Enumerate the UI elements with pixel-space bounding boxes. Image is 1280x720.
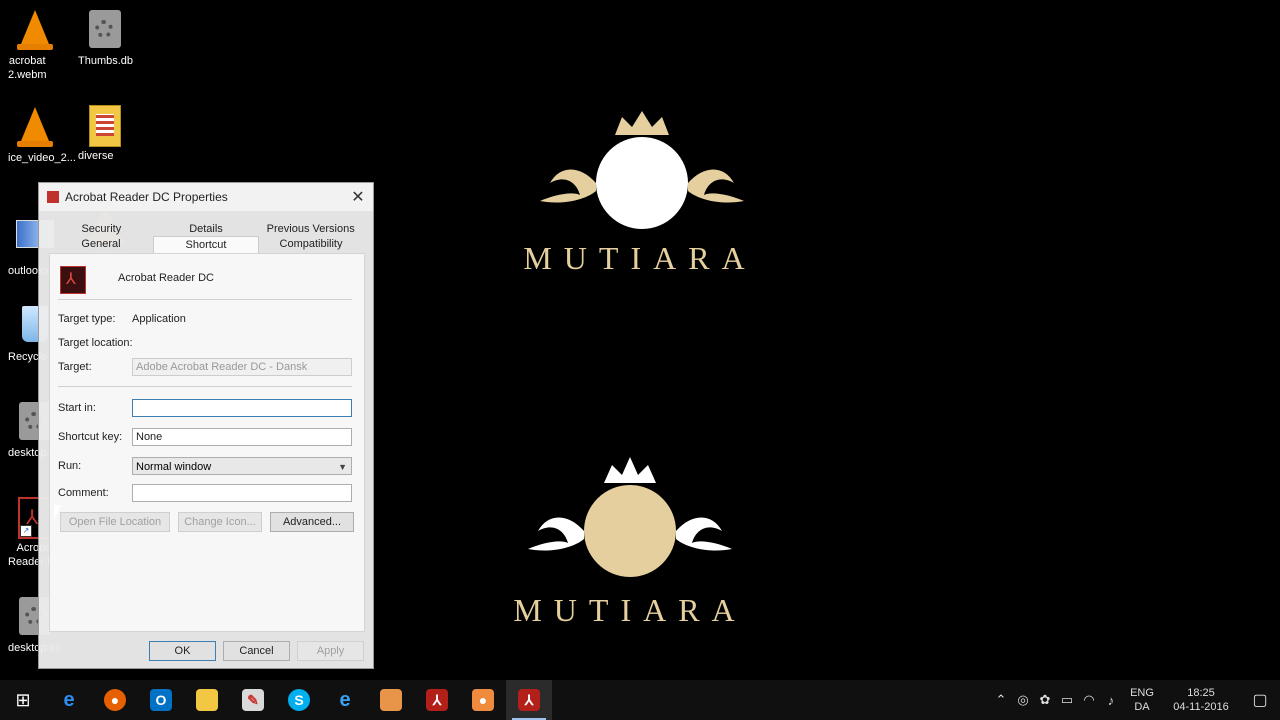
icecream-icon: ● (472, 689, 494, 711)
desktop-icon-diverse[interactable]: diverse (70, 103, 140, 162)
run-select[interactable]: Normal window ▼ (132, 457, 352, 475)
gear-file-icon (85, 10, 125, 54)
taskbar-ie[interactable]: e (322, 680, 368, 720)
dialog-title: Acrobat Reader DC Properties (65, 190, 228, 204)
start-icon: ⊞ (15, 689, 31, 710)
acrobat-app-icon (60, 266, 86, 294)
ok-button[interactable]: OK (149, 641, 216, 661)
acrobat-active-icon: ⅄ (518, 689, 540, 711)
apply-button[interactable]: Apply (297, 641, 364, 661)
taskbar-acrobat-active[interactable]: ⅄ (506, 680, 552, 720)
capture-icon[interactable]: ◎ (1012, 692, 1034, 708)
skype-icon: S (288, 689, 310, 711)
change-icon-button[interactable]: Change Icon... (178, 512, 262, 532)
firefox-icon: ● (104, 689, 126, 711)
shortcut-key-label: Shortcut key: (58, 431, 123, 443)
open-file-location-button[interactable]: Open File Location (60, 512, 170, 532)
taskbar-paint[interactable]: ✎ (230, 680, 276, 720)
taskbar-image-viewer[interactable] (368, 680, 414, 720)
ornament-icon (540, 111, 744, 229)
target-type-value: Application (132, 313, 186, 325)
desktop-icon-ice-video[interactable]: ice_video_2... (0, 103, 76, 164)
clock-date: 04-11-2016 (1173, 701, 1229, 713)
chevron-up-icon[interactable]: ⌃ (990, 692, 1012, 708)
brand-name-bottom: MUTIARA (513, 592, 747, 628)
vlc-icon (15, 10, 55, 54)
target-field[interactable] (132, 358, 352, 376)
clock-time: 18:25 (1187, 687, 1215, 699)
system-tray: ⌃ ◎ ✿ ▭ ◠ ♪ ENG DA 18:25 04-11-2016 ▢ (990, 680, 1280, 720)
vlc-icon (15, 107, 55, 151)
tabs-front-row: General Shortcut Compatibility (49, 236, 363, 253)
tab-security[interactable]: Security (49, 221, 154, 237)
taskbar-file-explorer[interactable] (184, 680, 230, 720)
run-select-value: Normal window (136, 461, 212, 473)
image-viewer-icon (380, 689, 402, 711)
taskbar-firefox[interactable]: ● (92, 680, 138, 720)
tab-compatibility[interactable]: Compatibility (259, 236, 363, 253)
paint-icon: ✎ (242, 689, 264, 711)
separator (58, 299, 352, 300)
desktop-icon-label: Thumbs.db (78, 55, 134, 67)
mouse-cursor (54, 505, 61, 521)
security-icon[interactable]: ✿ (1034, 692, 1056, 708)
taskbar-acrobat[interactable]: ⅄ (414, 680, 460, 720)
language-indicator[interactable]: ENG DA (1122, 686, 1162, 714)
folder-icon (85, 105, 125, 149)
brand-name-top: MUTIARA (523, 240, 757, 276)
taskbar-edge[interactable]: e (46, 680, 92, 720)
lang-top: ENG (1130, 687, 1154, 699)
start-in-field[interactable] (132, 399, 352, 417)
shortcut-key-field[interactable] (132, 428, 352, 446)
start-in-label: Start in: (58, 402, 96, 414)
desktop-icon-label: diverse (78, 150, 114, 162)
desktop-icon-label: acrobat 2.webm (8, 55, 47, 81)
tabs-back-row: Security Details Previous Versions (49, 221, 363, 237)
battery-icon[interactable]: ▭ (1056, 692, 1078, 708)
clock[interactable]: 18:25 04-11-2016 (1162, 686, 1240, 714)
cancel-button[interactable]: Cancel (223, 641, 290, 661)
acrobat-icon: ⅄ (426, 689, 448, 711)
lang-bottom: DA (1134, 701, 1150, 713)
tab-shortcut[interactable]: Shortcut (153, 236, 259, 253)
target-location-label: Target location: (58, 337, 133, 349)
ie-icon: e (339, 688, 351, 711)
desktop-icon-acrobat-webm[interactable]: acrobat 2.webm (0, 6, 70, 81)
target-label: Target: (58, 361, 92, 373)
dialog-titlebar[interactable]: Acrobat Reader DC Properties ✕ (39, 183, 373, 211)
outlook-icon: O (150, 689, 172, 711)
volume-icon[interactable]: ♪ (1100, 693, 1122, 708)
separator (58, 386, 352, 387)
shortcut-panel: Acrobat Reader DC Target type: Applicati… (49, 253, 365, 632)
taskbar-icecream[interactable]: ● (460, 680, 506, 720)
acrobat-icon (47, 191, 59, 203)
run-label: Run: (58, 460, 82, 472)
edge-icon: e (63, 688, 75, 711)
taskbar: ⊞ e ● O ✎ S e ⅄ ● ⅄ ⌃ ◎ ✿ ▭ ◠ ♪ ENG DA 1… (0, 680, 1280, 720)
comment-label: Comment: (58, 487, 109, 499)
close-button[interactable]: ✕ (343, 187, 373, 207)
app-name: Acrobat Reader DC (118, 272, 214, 284)
target-type-label: Target type: (58, 313, 116, 325)
notification-icon[interactable]: ▢ (1240, 690, 1280, 710)
wifi-icon[interactable]: ◠ (1078, 692, 1100, 708)
comment-field[interactable] (132, 484, 352, 502)
wallpaper-logo-bottom: MUTIARA (470, 455, 790, 629)
wallpaper-logo-top: MUTIARA (480, 105, 800, 277)
ornament-icon (528, 457, 732, 577)
tab-previous-versions[interactable]: Previous Versions (258, 221, 363, 237)
advanced-button[interactable]: Advanced... (270, 512, 354, 532)
tab-general[interactable]: General (49, 236, 153, 253)
chevron-down-icon: ▼ (338, 462, 347, 472)
properties-dialog[interactable]: Acrobat Reader DC Properties ✕ Security … (38, 182, 374, 669)
file-explorer-icon (196, 689, 218, 711)
taskbar-skype[interactable]: S (276, 680, 322, 720)
desktop-icon-label: ice_video_2... (8, 152, 76, 164)
start-button[interactable]: ⊞ (0, 680, 46, 720)
taskbar-outlook[interactable]: O (138, 680, 184, 720)
desktop-icon-thumbs-db[interactable]: Thumbs.db (70, 6, 140, 67)
tab-details[interactable]: Details (154, 221, 259, 237)
